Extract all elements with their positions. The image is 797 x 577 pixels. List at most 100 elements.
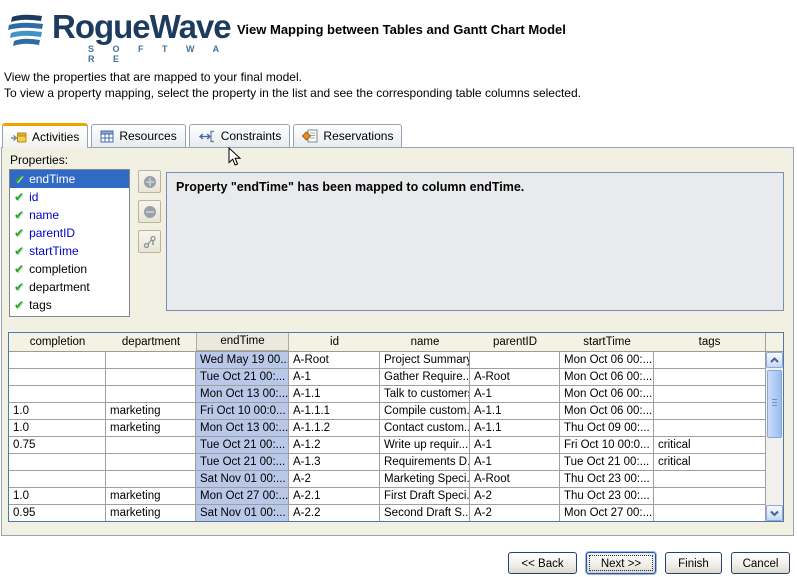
column-header-completion[interactable]: completion xyxy=(9,333,106,351)
table-row[interactable]: Wed May 19 00...A-RootProject Summary Mon… xyxy=(9,352,765,369)
finish-button[interactable]: Finish xyxy=(665,552,722,574)
table-cell[interactable]: A-1.1 xyxy=(470,420,560,436)
table-cell[interactable] xyxy=(9,369,106,385)
table-cell[interactable] xyxy=(654,488,765,504)
table-cell[interactable]: marketing xyxy=(106,505,196,521)
table-cell[interactable]: Tue Oct 21 00:... xyxy=(196,454,289,470)
property-item-completion[interactable]: ✔completion xyxy=(10,260,129,278)
table-cell[interactable]: 1.0 xyxy=(9,420,106,436)
table-row[interactable]: Mon Oct 13 00:...A-1.1Talk to customersA… xyxy=(9,386,765,403)
map-property-button[interactable] xyxy=(138,230,161,253)
table-cell[interactable] xyxy=(106,437,196,453)
table-cell[interactable]: 0.75 xyxy=(9,437,106,453)
table-cell[interactable] xyxy=(106,369,196,385)
table-cell[interactable]: A-1.3 xyxy=(289,454,380,470)
table-cell[interactable]: A-Root xyxy=(289,352,380,368)
table-cell[interactable]: Write up requir... xyxy=(380,437,470,453)
table-cell[interactable]: Mon Oct 06 00:... xyxy=(560,403,654,419)
table-cell[interactable]: Thu Oct 09 00:... xyxy=(560,420,654,436)
back-button[interactable]: << Back xyxy=(508,552,577,574)
table-row[interactable]: 1.0marketingMon Oct 13 00:...A-1.1.2Cont… xyxy=(9,420,765,437)
table-cell[interactable]: A-1 xyxy=(470,454,560,470)
table-cell[interactable]: Mon Oct 06 00:... xyxy=(560,369,654,385)
remove-property-button[interactable] xyxy=(138,200,161,223)
table-cell[interactable]: Requirements D... xyxy=(380,454,470,470)
cancel-button[interactable]: Cancel xyxy=(731,552,790,574)
table-cell[interactable] xyxy=(9,352,106,368)
table-cell[interactable]: A-Root xyxy=(470,369,560,385)
add-property-button[interactable] xyxy=(138,170,161,193)
column-header-id[interactable]: id xyxy=(289,333,380,351)
table-cell[interactable]: A-Root xyxy=(470,471,560,487)
table-cell[interactable] xyxy=(470,352,560,368)
table-cell[interactable] xyxy=(654,403,765,419)
mapping-table[interactable]: completion department endTime id name pa… xyxy=(8,332,784,522)
properties-list[interactable]: ✔endTime✔id✔name✔parentID✔startTime✔comp… xyxy=(9,169,130,317)
table-cell[interactable]: Tue Oct 21 00:... xyxy=(196,437,289,453)
table-cell[interactable]: 0.95 xyxy=(9,505,106,521)
table-cell[interactable]: Wed May 19 00... xyxy=(196,352,289,368)
property-item-startTime[interactable]: ✔startTime xyxy=(10,242,129,260)
table-cell[interactable]: Second Draft S... xyxy=(380,505,470,521)
table-cell[interactable] xyxy=(654,505,765,521)
table-cell[interactable]: A-2.2 xyxy=(289,505,380,521)
property-item-department[interactable]: ✔department xyxy=(10,278,129,296)
table-cell[interactable]: Thu Oct 23 00:... xyxy=(560,488,654,504)
table-cell[interactable]: critical xyxy=(654,437,765,453)
table-cell[interactable] xyxy=(654,369,765,385)
property-item-parentID[interactable]: ✔parentID xyxy=(10,224,129,242)
table-row[interactable]: Tue Oct 21 00:...A-1.3Requirements D...A… xyxy=(9,454,765,471)
table-cell[interactable] xyxy=(106,352,196,368)
table-cell[interactable]: Mon Oct 13 00:... xyxy=(196,386,289,402)
table-cell[interactable]: A-2.1 xyxy=(289,488,380,504)
table-cell[interactable]: marketing xyxy=(106,488,196,504)
table-cell[interactable] xyxy=(9,471,106,487)
table-cell[interactable]: Fri Oct 10 00:0... xyxy=(560,437,654,453)
property-item-endTime[interactable]: ✔endTime xyxy=(10,170,129,188)
table-cell[interactable]: A-1.1 xyxy=(470,403,560,419)
table-cell[interactable]: Fri Oct 10 00:0... xyxy=(196,403,289,419)
table-cell[interactable] xyxy=(9,386,106,402)
table-cell[interactable] xyxy=(9,454,106,470)
table-cell[interactable] xyxy=(106,471,196,487)
table-row[interactable]: Tue Oct 21 00:...A-1Gather Require...A-R… xyxy=(9,369,765,386)
table-row[interactable]: 1.0marketingMon Oct 27 00:...A-2.1First … xyxy=(9,488,765,505)
table-cell[interactable]: 1.0 xyxy=(9,403,106,419)
tab-reservations[interactable]: Reservations xyxy=(293,124,402,147)
table-cell[interactable]: Tue Oct 21 00:... xyxy=(560,454,654,470)
tab-activities[interactable]: Activities xyxy=(2,123,88,148)
table-cell[interactable]: A-2 xyxy=(289,471,380,487)
table-cell[interactable]: A-1.1.1 xyxy=(289,403,380,419)
table-cell[interactable]: A-1 xyxy=(470,386,560,402)
table-cell[interactable]: Marketing Speci... xyxy=(380,471,470,487)
column-header-tags[interactable]: tags xyxy=(654,333,765,351)
column-header-parentid[interactable]: parentID xyxy=(470,333,560,351)
table-cell[interactable] xyxy=(106,386,196,402)
scrollbar-track[interactable] xyxy=(766,352,783,521)
table-cell[interactable]: Mon Oct 06 00:... xyxy=(560,386,654,402)
table-cell[interactable]: marketing xyxy=(106,403,196,419)
table-cell[interactable]: Mon Oct 27 00:... xyxy=(560,505,654,521)
table-cell[interactable]: critical xyxy=(654,454,765,470)
table-cell[interactable]: Mon Oct 06 00:... xyxy=(560,352,654,368)
table-cell[interactable]: Project Summary xyxy=(380,352,470,368)
table-cell[interactable] xyxy=(106,454,196,470)
table-cell[interactable]: A-1.1.2 xyxy=(289,420,380,436)
column-header-endtime[interactable]: endTime xyxy=(196,333,289,351)
table-cell[interactable] xyxy=(654,386,765,402)
table-row[interactable]: 0.95marketingSat Nov 01 00:...A-2.2Secon… xyxy=(9,505,765,521)
column-header-department[interactable]: department xyxy=(106,333,196,351)
vertical-scrollbar[interactable] xyxy=(765,333,783,521)
table-cell[interactable]: First Draft Speci... xyxy=(380,488,470,504)
table-cell[interactable]: A-1.2 xyxy=(289,437,380,453)
table-cell[interactable]: Tue Oct 21 00:... xyxy=(196,369,289,385)
property-item-id[interactable]: ✔id xyxy=(10,188,129,206)
table-cell[interactable]: Contact custom... xyxy=(380,420,470,436)
table-cell[interactable] xyxy=(654,471,765,487)
table-row[interactable]: 0.75 Tue Oct 21 00:...A-1.2Write up requi… xyxy=(9,437,765,454)
table-cell[interactable]: A-1.1 xyxy=(289,386,380,402)
table-cell[interactable]: A-2 xyxy=(470,505,560,521)
table-cell[interactable]: 1.0 xyxy=(9,488,106,504)
table-cell[interactable]: Talk to customers xyxy=(380,386,470,402)
table-cell[interactable]: Mon Oct 13 00:... xyxy=(196,420,289,436)
